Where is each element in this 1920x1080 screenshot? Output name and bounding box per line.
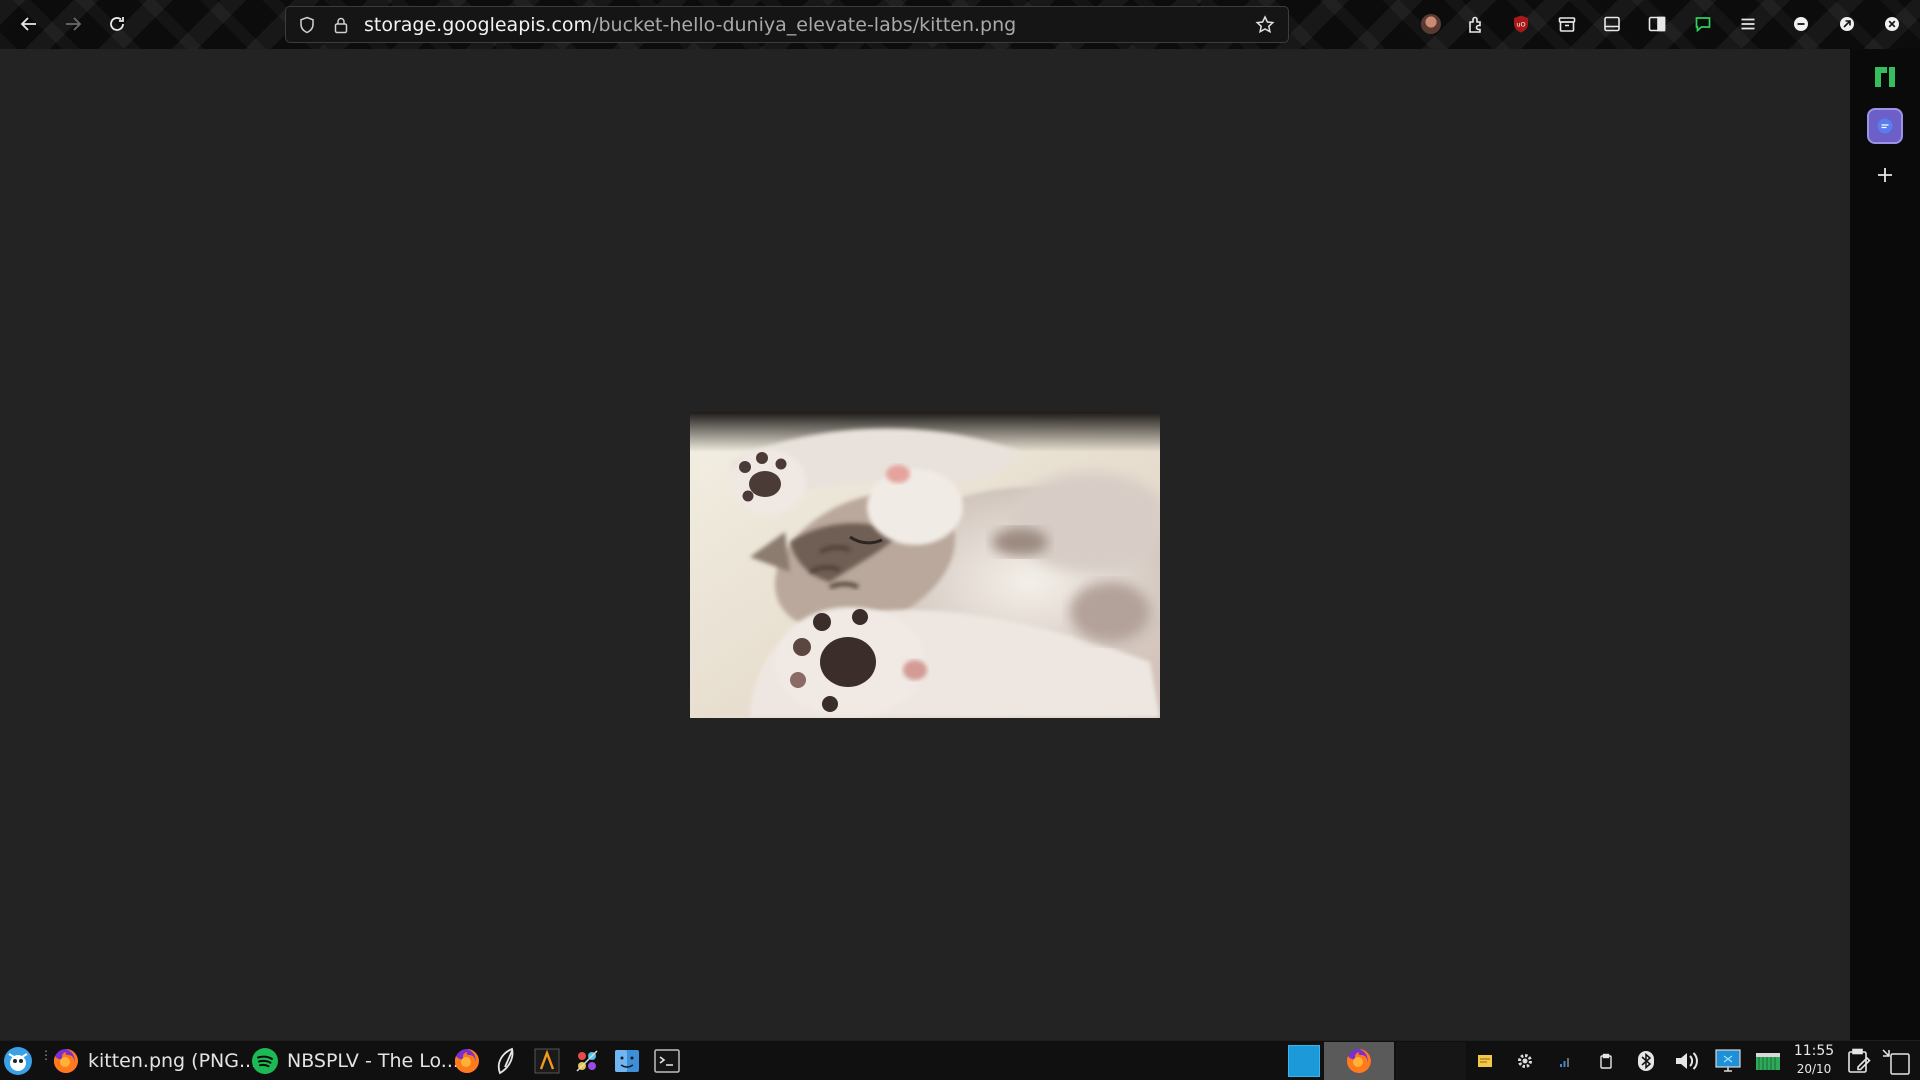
tray-clipboard-manager[interactable] <box>1843 1045 1875 1077</box>
battery-icon <box>1756 1053 1780 1070</box>
text-editor-icon <box>531 1045 563 1077</box>
split-view-button[interactable] <box>1639 6 1675 42</box>
minimize-button[interactable] <box>1783 6 1819 42</box>
inkscape-icon <box>491 1045 523 1077</box>
back-icon <box>20 17 36 31</box>
firefox-icon <box>451 1045 483 1077</box>
clipboard-edit-icon <box>1848 1048 1871 1073</box>
chat-extension-button[interactable] <box>1867 108 1903 144</box>
taskbar-clock[interactable]: 11:55 20/10 <box>1790 1042 1838 1078</box>
manjaro-sidebar-button[interactable] <box>1867 59 1903 95</box>
restore-icon <box>1840 17 1854 31</box>
url-path: /bucket-hello-duniya_elevate-labs/kitten… <box>592 13 1017 36</box>
file-manager-icon <box>611 1045 643 1077</box>
tray-notes[interactable] <box>1469 1045 1501 1077</box>
start-menu-button[interactable] <box>2 1044 34 1078</box>
tray-battery[interactable] <box>1752 1045 1784 1077</box>
workspace-3[interactable] <box>1396 1042 1466 1080</box>
taskbar-separator: ⋮ <box>40 1048 52 1062</box>
show-desktop-icon <box>1882 1049 1910 1075</box>
close-button[interactable] <box>1874 6 1910 42</box>
browser-sidebar <box>1850 49 1920 1051</box>
url-host: storage.googleapis.com <box>364 13 593 36</box>
chat-button[interactable] <box>1685 6 1721 42</box>
menu-icon <box>1741 18 1755 30</box>
avatar-icon <box>1421 14 1441 34</box>
account-avatar[interactable] <box>1413 6 1449 42</box>
signal-bars-icon <box>1560 1058 1569 1067</box>
shield-icon[interactable] <box>296 14 318 36</box>
url-bar[interactable]: storage.googleapis.com/bucket-hello-duni… <box>285 6 1289 43</box>
extensions-icon <box>1469 16 1481 33</box>
quicklaunch-editor[interactable] <box>531 1044 563 1078</box>
workspace-2-active[interactable] <box>1324 1042 1394 1080</box>
firefox-icon <box>52 1045 80 1077</box>
archive-icon <box>1558 17 1576 32</box>
browser-toolbar: storage.googleapis.com/bucket-hello-duni… <box>0 0 1920 49</box>
task-label: NBSPLV - The Lo... <box>287 1050 459 1072</box>
page-content <box>0 49 1850 1051</box>
firefox-icon <box>1346 1049 1371 1073</box>
chat-icon <box>1695 17 1711 33</box>
app-launcher-icon <box>2 1045 34 1077</box>
svg-text:uO: uO <box>1516 21 1525 29</box>
monitor-icon <box>1715 1049 1741 1072</box>
reload-icon <box>110 17 124 31</box>
sticky-note-icon <box>1478 1055 1492 1067</box>
taskbar-task-spotify[interactable]: NBSPLV - The Lo... <box>251 1044 459 1078</box>
taskbar: ⋮ kitten.png (PNG... NBSPLV - The Lo... <box>0 1040 1920 1080</box>
ublock-icon: uO <box>1514 15 1528 33</box>
clipboard-icon <box>1600 1053 1612 1069</box>
archive-button[interactable] <box>1549 6 1585 42</box>
tray-clipboard[interactable] <box>1590 1045 1622 1077</box>
gear-icon <box>1518 1054 1532 1068</box>
color-picker-icon <box>571 1045 603 1077</box>
quicklaunch-firefox[interactable] <box>451 1044 483 1078</box>
forward-button[interactable] <box>55 6 91 42</box>
clock-time: 11:55 <box>1793 1043 1835 1059</box>
bookmark-star-icon[interactable] <box>1254 14 1276 36</box>
tray-bluetooth[interactable] <box>1630 1045 1662 1077</box>
reload-button[interactable] <box>99 6 135 42</box>
restore-button[interactable] <box>1829 6 1865 42</box>
app-menu-button[interactable] <box>1730 6 1766 42</box>
back-button[interactable] <box>11 6 47 42</box>
spotify-icon <box>251 1045 279 1077</box>
manjaro-icon <box>1875 67 1895 87</box>
minimize-icon <box>1794 17 1808 31</box>
tray-settings[interactable] <box>1509 1045 1541 1077</box>
add-sidebar-panel-button[interactable] <box>1867 157 1903 193</box>
sidebar-toggle-icon <box>1604 16 1620 32</box>
kitten-picture <box>690 412 1160 718</box>
sidebar-toggle-button[interactable] <box>1594 6 1630 42</box>
split-view-icon <box>1648 16 1666 32</box>
quicklaunch-terminal[interactable] <box>651 1044 683 1078</box>
url-text[interactable]: storage.googleapis.com/bucket-hello-duni… <box>364 14 1016 36</box>
quicklaunch-inkscape[interactable] <box>491 1044 523 1078</box>
forward-icon <box>66 17 82 31</box>
tray-pinned-apps[interactable] <box>1878 1045 1914 1077</box>
workspace-1[interactable] <box>1288 1045 1320 1077</box>
tray-network-signal[interactable] <box>1549 1045 1581 1077</box>
tray-display[interactable] <box>1712 1045 1744 1077</box>
taskbar-task-firefox[interactable]: kitten.png (PNG... <box>52 1044 257 1078</box>
terminal-icon <box>651 1045 683 1077</box>
lock-icon[interactable] <box>330 14 352 36</box>
extensions-button[interactable] <box>1458 6 1494 42</box>
volume-icon <box>1676 1052 1698 1070</box>
task-label: kitten.png (PNG... <box>88 1050 258 1072</box>
bluetooth-icon <box>1638 1051 1654 1071</box>
kitten-image[interactable] <box>690 412 1160 718</box>
close-icon <box>1885 17 1899 31</box>
tray-volume[interactable] <box>1671 1045 1703 1077</box>
quicklaunch-color-picker[interactable] <box>571 1044 603 1078</box>
quicklaunch-files[interactable] <box>611 1044 643 1078</box>
plus-icon <box>1878 168 1892 182</box>
chat-extension-icon <box>1877 118 1893 134</box>
clock-date: 20/10 <box>1796 1062 1832 1076</box>
ublock-button[interactable]: uO <box>1503 6 1539 42</box>
